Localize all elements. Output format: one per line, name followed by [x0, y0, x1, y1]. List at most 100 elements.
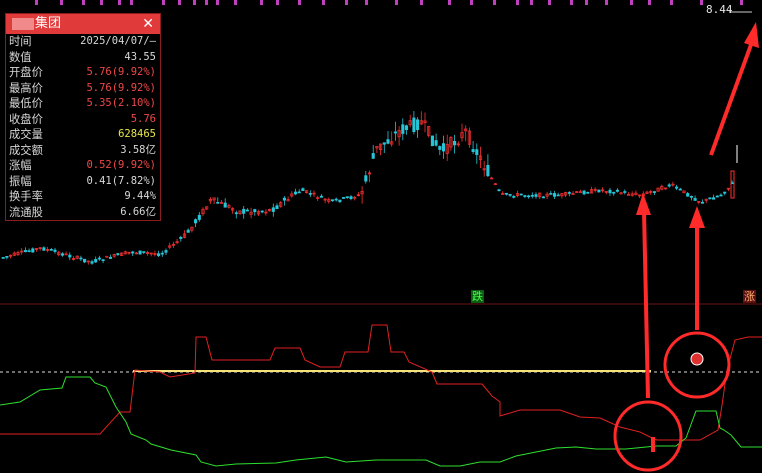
candle-body: [60, 253, 64, 256]
candle-body: [282, 197, 286, 201]
top-marker: [516, 0, 519, 5]
candle-body: [412, 117, 416, 132]
top-marker: [395, 0, 398, 5]
candle-body: [519, 193, 523, 196]
candle-body: [53, 249, 57, 252]
candle-body: [686, 193, 690, 197]
top-marker: [548, 0, 551, 5]
info-value: 3.58亿: [120, 143, 156, 156]
info-value: 43.55: [124, 50, 156, 63]
candle-body: [23, 250, 27, 253]
top-marker: [493, 0, 496, 5]
annotation-marker: [651, 437, 655, 452]
top-marker: [130, 0, 133, 5]
candle-body: [349, 196, 353, 199]
candle-body: [275, 205, 279, 210]
candle-body: [197, 214, 201, 220]
candle-body: [582, 190, 586, 195]
info-label: 开盘价: [9, 66, 43, 79]
candle-body: [504, 192, 508, 195]
price-level-label: 8.44: [706, 3, 733, 16]
candle-body: [689, 195, 693, 198]
top-marker: [585, 0, 588, 5]
candle-body: [253, 209, 257, 213]
candle-body: [486, 164, 490, 177]
top-marker: [193, 0, 196, 5]
info-value: 2025/04/07/—: [80, 35, 156, 47]
top-marker: [60, 0, 63, 5]
annotation-arrowhead: [636, 193, 651, 215]
top-marker: [530, 0, 533, 5]
info-row: 换手率 9.44%: [6, 189, 160, 205]
candle-body: [652, 191, 656, 193]
candle-body: [245, 209, 249, 212]
candle-body: [723, 191, 727, 194]
candle-body: [216, 201, 220, 204]
candle-body: [334, 198, 338, 201]
top-marker: [216, 0, 219, 5]
redacted-name-block: [12, 17, 34, 30]
top-marker: [365, 0, 368, 5]
top-marker: [420, 0, 423, 5]
annotation-arrow: [642, 209, 650, 399]
candle-body: [319, 195, 323, 198]
candle-body: [234, 212, 238, 215]
top-marker: [470, 0, 473, 5]
candle-body: [79, 257, 83, 260]
candle-body: [667, 184, 671, 187]
candle-body: [541, 196, 545, 199]
info-row: 收盘价 5.76: [6, 112, 160, 128]
candle-body: [138, 250, 142, 255]
candle-body: [612, 191, 616, 194]
info-value: 6.66亿: [120, 205, 156, 218]
candle-body: [678, 188, 682, 191]
candle-body: [97, 257, 101, 260]
info-row: 开盘价 5.76(9.92%): [6, 65, 160, 81]
candle-body: [271, 207, 275, 212]
annotation-arrow: [709, 41, 754, 156]
candle-body: [293, 191, 298, 195]
top-marker: [118, 0, 121, 5]
info-row: 涨幅 0.52(9.92%): [6, 158, 160, 174]
top-marker: [178, 0, 181, 5]
candle-body: [508, 193, 512, 196]
close-icon[interactable]: ✕: [142, 14, 154, 34]
info-row: 数值 43.55: [6, 50, 160, 66]
info-label: 流通股: [9, 205, 43, 219]
top-marker: [630, 0, 633, 5]
candle-body: [700, 201, 705, 204]
info-value: 9.44%: [124, 190, 156, 202]
candle-body: [675, 186, 679, 189]
candle-body: [371, 153, 375, 159]
top-marker: [298, 0, 301, 5]
candle-body: [223, 202, 227, 208]
top-marker: [100, 0, 103, 5]
candle-body: [434, 140, 438, 146]
candle-body: [401, 124, 405, 134]
candle-body: [567, 192, 571, 194]
top-marker: [260, 0, 263, 5]
candle-body: [42, 247, 46, 251]
candle-body: [453, 141, 457, 146]
candle-body: [27, 250, 31, 253]
info-label: 时间: [9, 35, 32, 48]
candle-body: [297, 191, 301, 194]
top-marker: [205, 0, 208, 5]
candle-body: [301, 188, 305, 191]
annotation-arrowhead: [689, 206, 705, 228]
candle-body: [260, 210, 264, 213]
candle-body: [404, 125, 409, 131]
candle-body: [393, 131, 397, 134]
candle-body: [534, 194, 538, 197]
candle-body: [552, 193, 557, 197]
top-marker: [670, 0, 673, 5]
candle-body: [342, 197, 346, 199]
top-marker: [345, 0, 348, 5]
info-value: 5.76: [130, 112, 156, 125]
candle-body: [345, 196, 349, 199]
info-label: 涨幅: [9, 159, 32, 172]
info-label: 成交额: [9, 143, 43, 157]
info-row: 最高价 5.76(9.92%): [6, 81, 160, 97]
stock-info-panel: 集团 ✕ 时间 2025/04/07/— 数值 43.55 开盘价 5.76(9.92%)…: [5, 13, 161, 221]
candle-body: [608, 189, 612, 194]
